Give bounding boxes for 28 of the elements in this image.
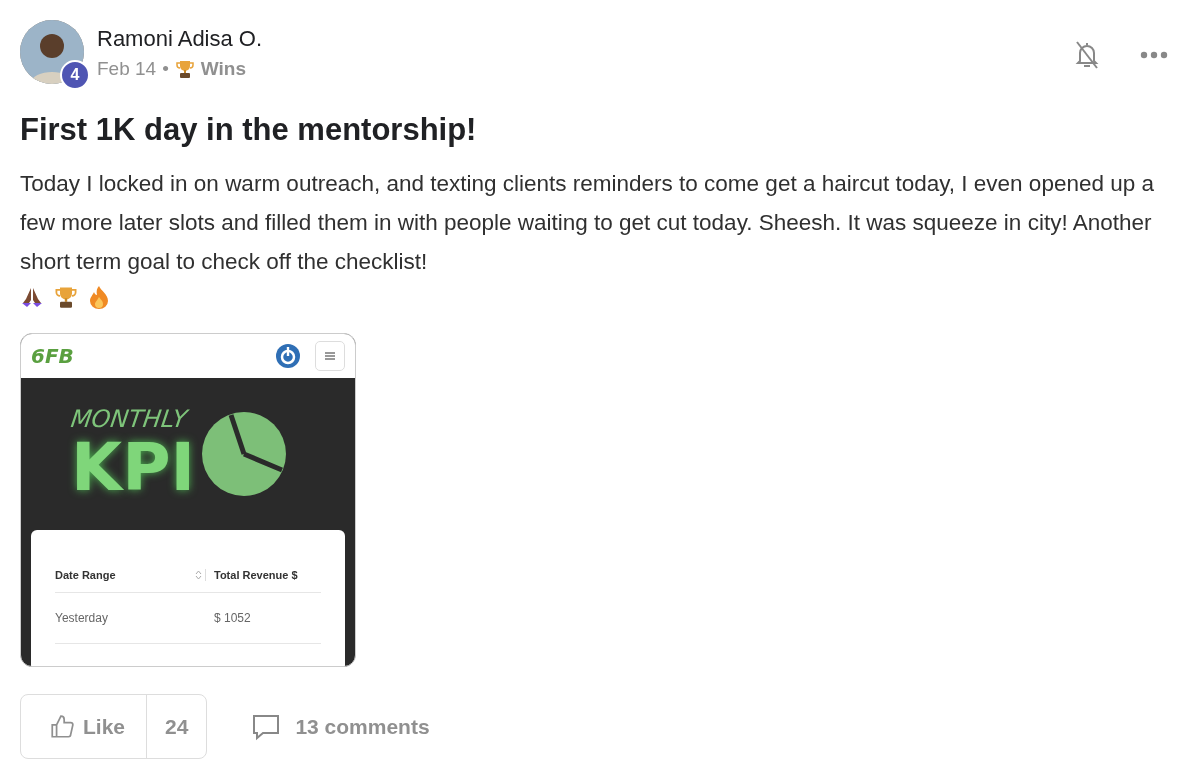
level-badge: 4 <box>60 60 90 90</box>
bell-off-icon[interactable] <box>1074 40 1100 70</box>
separator-dot: • <box>162 58 169 80</box>
banner-subtitle: MONTHLY <box>69 405 191 433</box>
power-icon <box>275 343 301 369</box>
category-label[interactable]: Wins <box>200 58 247 80</box>
post-title: First 1K day in the mentorship! <box>20 112 478 148</box>
banner-title: KPI <box>71 433 196 503</box>
table-cell-text: $ 1052 <box>213 611 252 625</box>
column-header: Date Range <box>55 569 117 581</box>
sort-icon <box>195 570 202 580</box>
thumbs-up-icon <box>49 713 75 740</box>
like-button[interactable]: Like <box>21 695 148 758</box>
trophy-icon <box>174 59 195 79</box>
app-logo: 6FB <box>31 344 75 368</box>
author-name[interactable]: Ramoni Adisa O. <box>97 26 1061 52</box>
more-options-icon[interactable] <box>1140 51 1168 59</box>
like-count: 24 <box>164 713 190 740</box>
menu-icon <box>325 352 335 360</box>
image-attachment[interactable]: 6FB MONTHLY KPI Date Range Total Revenue $ Yesterday $ 1052 <box>20 333 356 667</box>
post-date: Feb 14 <box>97 58 157 80</box>
comments-button[interactable]: 13 comments <box>251 712 430 741</box>
fire-icon <box>88 285 110 309</box>
post-body: Today I locked in on warm outreach, and texting clients reminders to come get a haircut today, I even opened up a few more later slots and filled them in with people waiting to get cut today. Sheesh. It was squeeze in city! Another short term goal to check off the checklist! <box>20 170 1155 276</box>
table-cell-text: Yesterday <box>55 611 109 625</box>
comment-icon <box>251 712 282 741</box>
column-header: Total Revenue $ <box>205 569 321 581</box>
trophy-icon <box>54 285 78 309</box>
